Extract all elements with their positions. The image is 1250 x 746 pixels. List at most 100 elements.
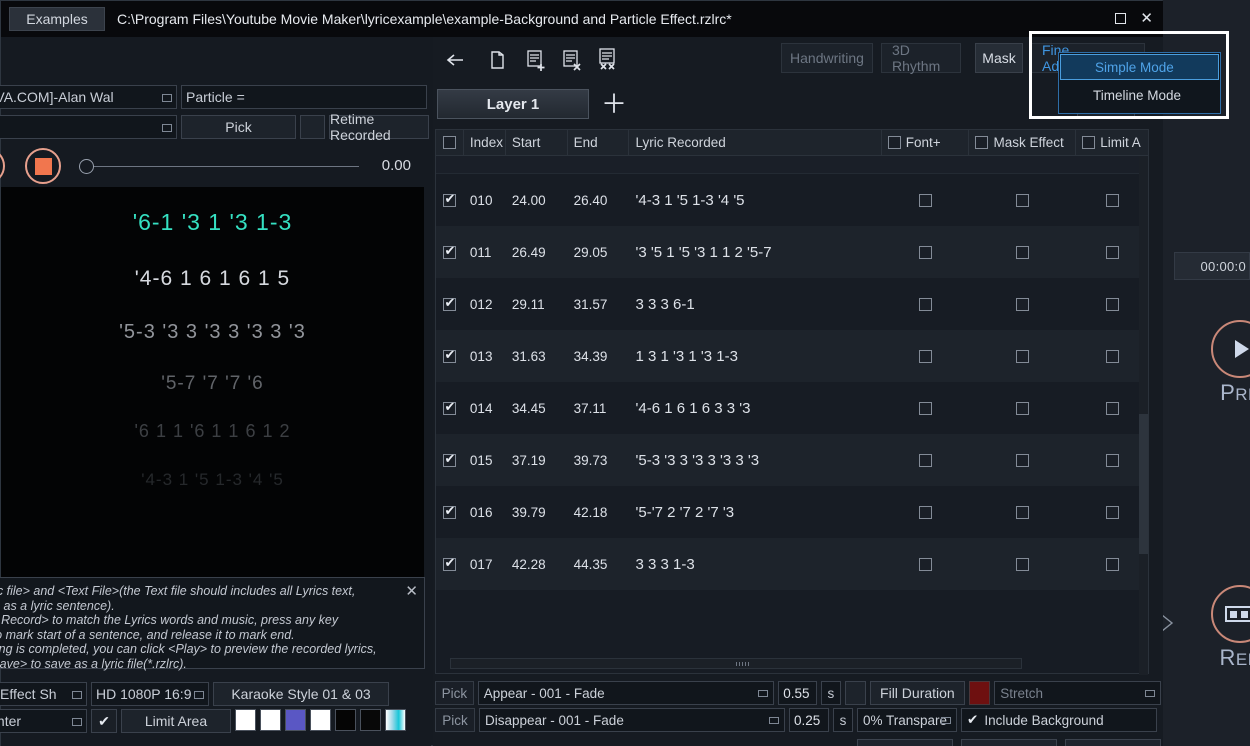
cell-mask-checkbox[interactable]	[970, 486, 1077, 538]
cell-lyric[interactable]: 3 3 3 6-1	[630, 278, 882, 330]
position-slider-knob[interactable]	[79, 159, 94, 174]
cell-font-checkbox[interactable]	[882, 538, 970, 590]
checkbox-icon[interactable]	[1105, 453, 1119, 467]
cell-limit-checkbox[interactable]	[1076, 174, 1148, 226]
plus-icon[interactable]: ＋	[601, 91, 627, 117]
cell-limit-checkbox[interactable]	[1076, 538, 1148, 590]
checkbox-icon[interactable]	[1105, 349, 1119, 363]
checkbox-icon[interactable]	[919, 245, 933, 259]
disappear-effect-combo[interactable]: Disappear - 001 - Fade	[479, 708, 785, 732]
delete-all-lines-icon[interactable]	[593, 45, 623, 75]
dropdown-item-timeline-mode[interactable]: Timeline Mode	[1059, 81, 1220, 110]
cell-font-checkbox[interactable]	[882, 434, 970, 486]
table-row[interactable]: 011 26.49 29.05 '3 '5 1 '5 '3 1 1 2 '5-7	[436, 226, 1148, 278]
retime-toggle[interactable]	[300, 115, 325, 139]
column-header-end[interactable]: End	[568, 129, 630, 156]
row-select-checkbox[interactable]	[436, 330, 464, 382]
mask-button[interactable]: Mask	[975, 43, 1023, 73]
appear-duration-input[interactable]: 0.55	[778, 681, 818, 705]
table-row[interactable]: 013 31.63 34.39 1 3 1 '3 1 '3 1-3	[436, 330, 1148, 382]
cell-mask-checkbox[interactable]	[970, 226, 1077, 278]
3d-rhythm-button[interactable]: 3D Rhythm	[881, 42, 961, 74]
checkbox-icon[interactable]	[1016, 505, 1030, 519]
column-header-start[interactable]: Start	[506, 129, 568, 156]
checkbox-icon[interactable]	[443, 295, 457, 311]
limit-area-button[interactable]: Limit Area	[121, 709, 231, 733]
close-icon[interactable]: ✕	[1140, 9, 1153, 27]
cell-font-checkbox[interactable]	[882, 226, 970, 278]
cell-lyric[interactable]: 3 3 3 1-3	[630, 538, 882, 590]
fill-duration-toggle[interactable]	[844, 681, 866, 705]
checkbox-icon[interactable]	[887, 136, 901, 149]
checkbox-icon[interactable]	[443, 503, 457, 519]
color-swatch-1[interactable]	[235, 709, 256, 731]
table-horizontal-scrollbar[interactable]	[450, 658, 1022, 669]
back-arrow-icon[interactable]	[441, 45, 471, 75]
cell-limit-checkbox[interactable]	[1076, 382, 1148, 434]
add-line-icon[interactable]	[521, 45, 551, 75]
row-select-checkbox[interactable]	[436, 382, 464, 434]
checkbox-icon[interactable]	[919, 401, 933, 415]
karaoke-style-button[interactable]: Karaoke Style 01 & 03	[213, 682, 389, 706]
table-row[interactable]: 015 37.19 39.73 '5-3 '3 3 '3 3 '3 3 '3	[436, 434, 1148, 486]
align-combo[interactable]: Align Center	[0, 709, 87, 733]
checkbox-icon[interactable]	[1105, 505, 1119, 519]
checkbox-icon[interactable]	[1016, 245, 1030, 259]
checkbox-icon[interactable]	[1016, 557, 1030, 571]
select-all-checkbox-header[interactable]	[436, 129, 464, 156]
checkbox-icon[interactable]	[1016, 453, 1030, 467]
cell-mask-checkbox[interactable]	[970, 174, 1077, 226]
handwriting-button[interactable]: Handwriting	[781, 43, 873, 73]
play-icon[interactable]	[0, 148, 5, 184]
checkbox-icon[interactable]	[919, 453, 933, 467]
cell-lyric[interactable]: '3 '5 1 '5 '3 1 1 2 '5-7	[630, 226, 882, 278]
pick-button[interactable]: Pick	[181, 115, 296, 139]
close-icon[interactable]: ✕	[405, 582, 418, 600]
checkbox-icon[interactable]	[1105, 401, 1119, 415]
mode-dropdown-menu[interactable]: Simple Mode Timeline Mode	[1058, 52, 1221, 114]
checkbox-icon[interactable]	[1016, 193, 1030, 207]
cell-font-checkbox[interactable]	[882, 174, 970, 226]
table-row[interactable]: 017 42.28 44.35 3 3 3 1-3	[436, 538, 1148, 590]
cell-limit-checkbox[interactable]	[1076, 434, 1148, 486]
color-swatch-4[interactable]	[310, 709, 331, 731]
column-header-index[interactable]: Index	[464, 129, 506, 156]
cell-lyric[interactable]: '5-'7 2 '7 2 '7 '3	[630, 486, 882, 538]
column-header-limit[interactable]: Limit A	[1076, 130, 1148, 156]
checkbox-icon[interactable]	[919, 349, 933, 363]
checkbox-icon[interactable]	[975, 136, 989, 149]
appear-effect-combo[interactable]: Appear - 001 - Fade	[477, 681, 775, 705]
checkbox-icon[interactable]	[919, 505, 933, 519]
checkbox-icon[interactable]	[1105, 297, 1119, 311]
table-row[interactable]: 014 34.45 37.11 '4-6 1 6 1 6 3 3 '3	[436, 382, 1148, 434]
include-background-row[interactable]: ✔ Include Background	[961, 708, 1157, 732]
row-select-checkbox[interactable]	[436, 486, 464, 538]
checkbox-icon[interactable]	[1016, 401, 1030, 415]
fill-duration-button[interactable]: Fill Duration	[869, 681, 965, 705]
retime-recorded-button[interactable]: Retime Recorded	[329, 111, 429, 143]
cell-font-checkbox[interactable]	[882, 278, 970, 330]
row-select-checkbox[interactable]	[436, 278, 464, 330]
karaoke-effect-combo[interactable]: Karaoke Effect Sh	[0, 682, 87, 706]
color-swatch-2[interactable]	[260, 709, 281, 731]
cell-mask-checkbox[interactable]	[970, 278, 1077, 330]
render-button[interactable]: REN	[1196, 585, 1250, 671]
color-swatch-3[interactable]	[285, 709, 306, 731]
open-file-icon[interactable]	[483, 45, 513, 75]
examples-button[interactable]: Examples	[9, 7, 105, 31]
row-select-checkbox[interactable]	[436, 538, 464, 590]
checkbox-icon[interactable]	[443, 399, 457, 415]
position-slider-track[interactable]	[79, 166, 359, 167]
cell-mask-checkbox[interactable]	[970, 382, 1077, 434]
checkbox-icon[interactable]	[1016, 349, 1030, 363]
limit-area-checkbox[interactable]: ✔	[91, 709, 117, 733]
checkbox-icon[interactable]	[919, 557, 933, 571]
cell-font-checkbox[interactable]	[882, 330, 970, 382]
dropdown-item-simple-mode[interactable]: Simple Mode	[1060, 54, 1219, 80]
cell-lyric[interactable]: '4-6 1 6 1 6 3 3 '3	[630, 382, 882, 434]
particle-combo[interactable]: Particle =	[181, 85, 427, 109]
music-file-combo[interactable]: = [ONTIVA.COM]-Alan Wal	[0, 85, 177, 109]
layer-tab-1[interactable]: Layer 1	[437, 89, 589, 119]
checkbox-icon[interactable]	[443, 191, 457, 207]
cell-limit-checkbox[interactable]	[1076, 278, 1148, 330]
